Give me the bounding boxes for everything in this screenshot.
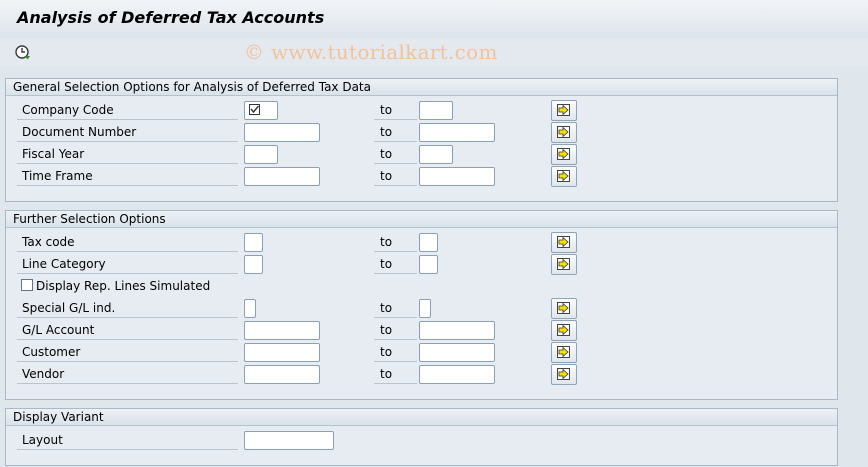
multiple-selection-arrow-icon (557, 324, 570, 336)
to-label: to (374, 255, 417, 274)
execute-button[interactable] (14, 44, 32, 62)
company-code-to-input[interactable] (419, 101, 453, 120)
row-time-frame: Time Frame to (6, 166, 837, 189)
row-tax-code: Tax code to (6, 232, 837, 255)
gl-account-from-input[interactable] (244, 321, 320, 340)
company-code-multiple-selection-button[interactable] (551, 100, 577, 121)
watermark: © www.tutorialkart.com (244, 40, 498, 64)
row-customer: Customer to (6, 342, 837, 365)
group-title: Further Selection Options (6, 211, 837, 228)
special-gl-to-input[interactable] (419, 299, 431, 318)
line-category-from-input[interactable] (244, 255, 263, 274)
company-code-label: Company Code (17, 101, 238, 120)
document-number-multiple-selection-button[interactable] (551, 122, 577, 143)
time-frame-from-input[interactable] (244, 167, 320, 186)
line-category-multiple-selection-button[interactable] (551, 254, 577, 275)
gl-account-multiple-selection-button[interactable] (551, 320, 577, 341)
group-title: General Selection Options for Analysis o… (6, 79, 837, 96)
multiple-selection-arrow-icon (557, 170, 570, 182)
tax-code-to-input[interactable] (419, 233, 438, 252)
layout-input[interactable] (244, 431, 334, 450)
company-code-from-input[interactable] (244, 101, 278, 120)
document-number-to-input[interactable] (419, 123, 495, 142)
vendor-multiple-selection-button[interactable] (551, 364, 577, 385)
further-selection-group: Further Selection Options Tax code to Li… (5, 210, 838, 400)
to-label: to (374, 365, 417, 384)
general-selection-group: General Selection Options for Analysis o… (5, 78, 838, 202)
fiscal-year-multiple-selection-button[interactable] (551, 144, 577, 165)
to-label: to (374, 321, 417, 340)
to-label: to (374, 145, 417, 164)
multiple-selection-arrow-icon (557, 302, 570, 314)
title-bar: Analysis of Deferred Tax Accounts (0, 0, 868, 38)
customer-label: Customer (17, 343, 238, 362)
row-layout: Layout (6, 431, 837, 453)
time-frame-label: Time Frame (17, 167, 238, 186)
fiscal-year-from-input[interactable] (244, 145, 278, 164)
row-company-code: Company Code to (6, 100, 837, 123)
special-gl-from-input[interactable] (244, 299, 256, 318)
execute-clock-icon (15, 45, 30, 60)
page-title: Analysis of Deferred Tax Accounts (17, 8, 325, 27)
to-label: to (374, 101, 417, 120)
to-label: to (374, 233, 417, 252)
customer-from-input[interactable] (244, 343, 320, 362)
multiple-selection-arrow-icon (557, 104, 570, 116)
document-number-label: Document Number (17, 123, 238, 142)
multiple-selection-arrow-icon (557, 346, 570, 358)
multiple-selection-arrow-icon (557, 236, 570, 248)
time-frame-to-input[interactable] (419, 167, 495, 186)
gl-account-label: G/L Account (17, 321, 238, 340)
special-gl-multiple-selection-button[interactable] (551, 298, 577, 319)
to-label: to (374, 123, 417, 142)
line-category-label: Line Category (17, 255, 238, 274)
row-fiscal-year: Fiscal Year to (6, 144, 837, 167)
row-gl-account: G/L Account to (6, 320, 837, 343)
gl-account-to-input[interactable] (419, 321, 495, 340)
line-category-to-input[interactable] (419, 255, 438, 274)
group-title: Display Variant (6, 409, 837, 426)
row-display-rep-lines: Display Rep. Lines Simulated (6, 277, 837, 299)
tax-code-label: Tax code (17, 233, 238, 252)
special-gl-label: Special G/L ind. (17, 299, 238, 318)
fiscal-year-label: Fiscal Year (17, 145, 238, 164)
layout-label: Layout (17, 431, 238, 450)
display-variant-group: Display Variant Layout (5, 408, 838, 466)
vendor-to-input[interactable] (419, 365, 495, 384)
row-document-number: Document Number to (6, 122, 837, 145)
to-label: to (374, 299, 417, 318)
vendor-from-input[interactable] (244, 365, 320, 384)
customer-to-input[interactable] (419, 343, 495, 362)
tax-code-from-input[interactable] (244, 233, 263, 252)
customer-multiple-selection-button[interactable] (551, 342, 577, 363)
display-rep-lines-checkbox[interactable] (21, 279, 33, 291)
fiscal-year-to-input[interactable] (419, 145, 453, 164)
to-label: to (374, 343, 417, 362)
time-frame-multiple-selection-button[interactable] (551, 166, 577, 187)
tax-code-multiple-selection-button[interactable] (551, 232, 577, 253)
required-checkmark-icon (249, 104, 260, 115)
row-vendor: Vendor to (6, 364, 837, 387)
display-rep-lines-label: Display Rep. Lines Simulated (36, 279, 211, 293)
to-label: to (374, 167, 417, 186)
row-special-gl: Special G/L ind. to (6, 298, 837, 321)
multiple-selection-arrow-icon (557, 368, 570, 380)
multiple-selection-arrow-icon (557, 258, 570, 270)
multiple-selection-arrow-icon (557, 126, 570, 138)
vendor-label: Vendor (17, 365, 238, 384)
document-number-from-input[interactable] (244, 123, 320, 142)
multiple-selection-arrow-icon (557, 148, 570, 160)
row-line-category: Line Category to (6, 254, 837, 277)
